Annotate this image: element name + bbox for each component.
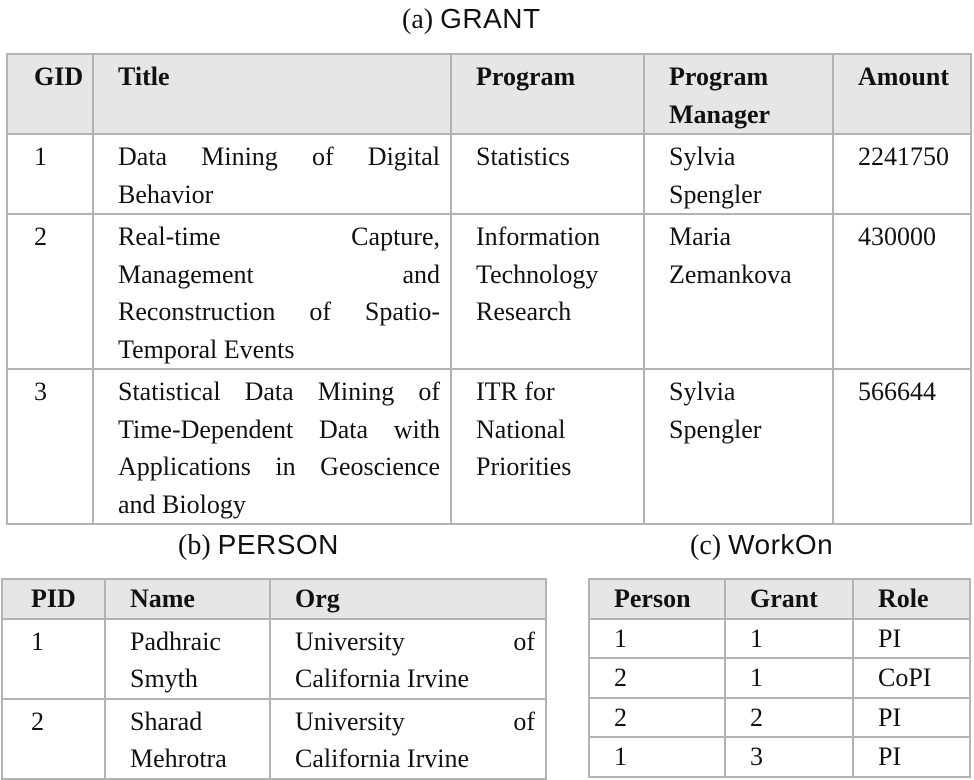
workon-caption: (c) WorkOn: [690, 528, 833, 563]
workon-cell-role: PI: [852, 617, 971, 659]
table-row: 2 Sharad Mehrotra University of Californ…: [1, 697, 547, 780]
table-row: 2 2 PI: [588, 696, 971, 738]
grant-cell-gid: 2: [6, 213, 94, 370]
workon-header-role: Role: [852, 578, 971, 620]
person-header-pid: PID: [1, 578, 106, 620]
grant-header-amount: Amount: [832, 53, 972, 135]
workon-cell-person: 2: [588, 657, 726, 699]
person-cell-pid: 2: [1, 697, 106, 780]
grant-cell-manager: Maria Zemankova: [643, 213, 834, 370]
workon-cell-grant: 2: [724, 696, 854, 738]
grant-cell-gid: 1: [6, 133, 94, 215]
workon-table: Person Grant Role 1 1 PI 2 1 CoPI 2 2 PI…: [588, 578, 971, 778]
workon-cell-person: 2: [588, 696, 726, 738]
grant-cell-program: ITR for National Priorities: [450, 368, 645, 525]
person-cell-name: Padhraic Smyth: [104, 617, 271, 700]
table-row: 1 3 PI: [588, 736, 971, 778]
workon-cell-person: 1: [588, 617, 726, 659]
grant-header-program: Program: [450, 53, 645, 135]
grant-caption: (a) GRANT: [402, 2, 541, 37]
grant-table: GID Title Program Program Manager Amount…: [6, 53, 972, 525]
grant-header-title: Title: [92, 53, 452, 135]
workon-cell-person: 1: [588, 736, 726, 778]
grant-header-program-manager: Program Manager: [643, 53, 834, 135]
grant-cell-manager: Sylvia Spengler: [643, 133, 834, 215]
table-row: 1 Padhraic Smyth University of Californi…: [1, 617, 547, 700]
workon-header-grant: Grant: [724, 578, 854, 620]
grant-cell-title: Data Mining of Digital Behavior: [92, 133, 452, 215]
workon-caption-name: WorkOn: [728, 529, 834, 560]
person-header-row: PID Name Org: [1, 578, 547, 620]
table-row: 2 Real-time Capture, Management and Reco…: [6, 213, 972, 370]
table-row: 1 1 PI: [588, 617, 971, 659]
grant-cell-gid: 3: [6, 368, 94, 525]
person-caption-name: PERSON: [217, 529, 339, 560]
grant-cell-program: Information Technology Research: [450, 213, 645, 370]
grant-cell-amount: 2241750: [832, 133, 972, 215]
grant-header-row: GID Title Program Program Manager Amount: [6, 53, 972, 135]
person-caption: (b) PERSON: [178, 528, 339, 563]
grant-header-gid: GID: [6, 53, 94, 135]
grant-caption-label: (a): [402, 4, 434, 35]
person-header-org: Org: [269, 578, 547, 620]
table-row: 3 Statistical Data Mining of Time-Depend…: [6, 368, 972, 525]
workon-cell-grant: 3: [724, 736, 854, 778]
workon-caption-label: (c): [690, 530, 722, 561]
workon-cell-grant: 1: [724, 617, 854, 659]
workon-header-person: Person: [588, 578, 726, 620]
person-cell-org: University of California Irvine: [269, 697, 547, 780]
workon-cell-role: PI: [852, 736, 971, 778]
person-cell-name: Sharad Mehrotra: [104, 697, 271, 780]
workon-header-row: Person Grant Role: [588, 578, 971, 620]
workon-cell-grant: 1: [724, 657, 854, 699]
grant-cell-program: Statistics: [450, 133, 645, 215]
person-cell-pid: 1: [1, 617, 106, 700]
table-row: 1 Data Mining of Digital Behavior Statis…: [6, 133, 972, 215]
workon-cell-role: PI: [852, 696, 971, 738]
person-caption-label: (b): [178, 530, 211, 561]
grant-cell-amount: 566644: [832, 368, 972, 525]
workon-cell-role: CoPI: [852, 657, 971, 699]
person-table: PID Name Org 1 Padhraic Smyth University…: [1, 578, 547, 780]
person-header-name: Name: [104, 578, 271, 620]
table-row: 2 1 CoPI: [588, 657, 971, 699]
grant-cell-title: Real-time Capture, Management and Recons…: [92, 213, 452, 370]
person-cell-org: University of California Irvine: [269, 617, 547, 700]
grant-cell-manager: Sylvia Spengler: [643, 368, 834, 525]
grant-cell-amount: 430000: [832, 213, 972, 370]
grant-caption-name: GRANT: [440, 3, 541, 34]
grant-cell-title: Statistical Data Mining of Time-Dependen…: [92, 368, 452, 525]
